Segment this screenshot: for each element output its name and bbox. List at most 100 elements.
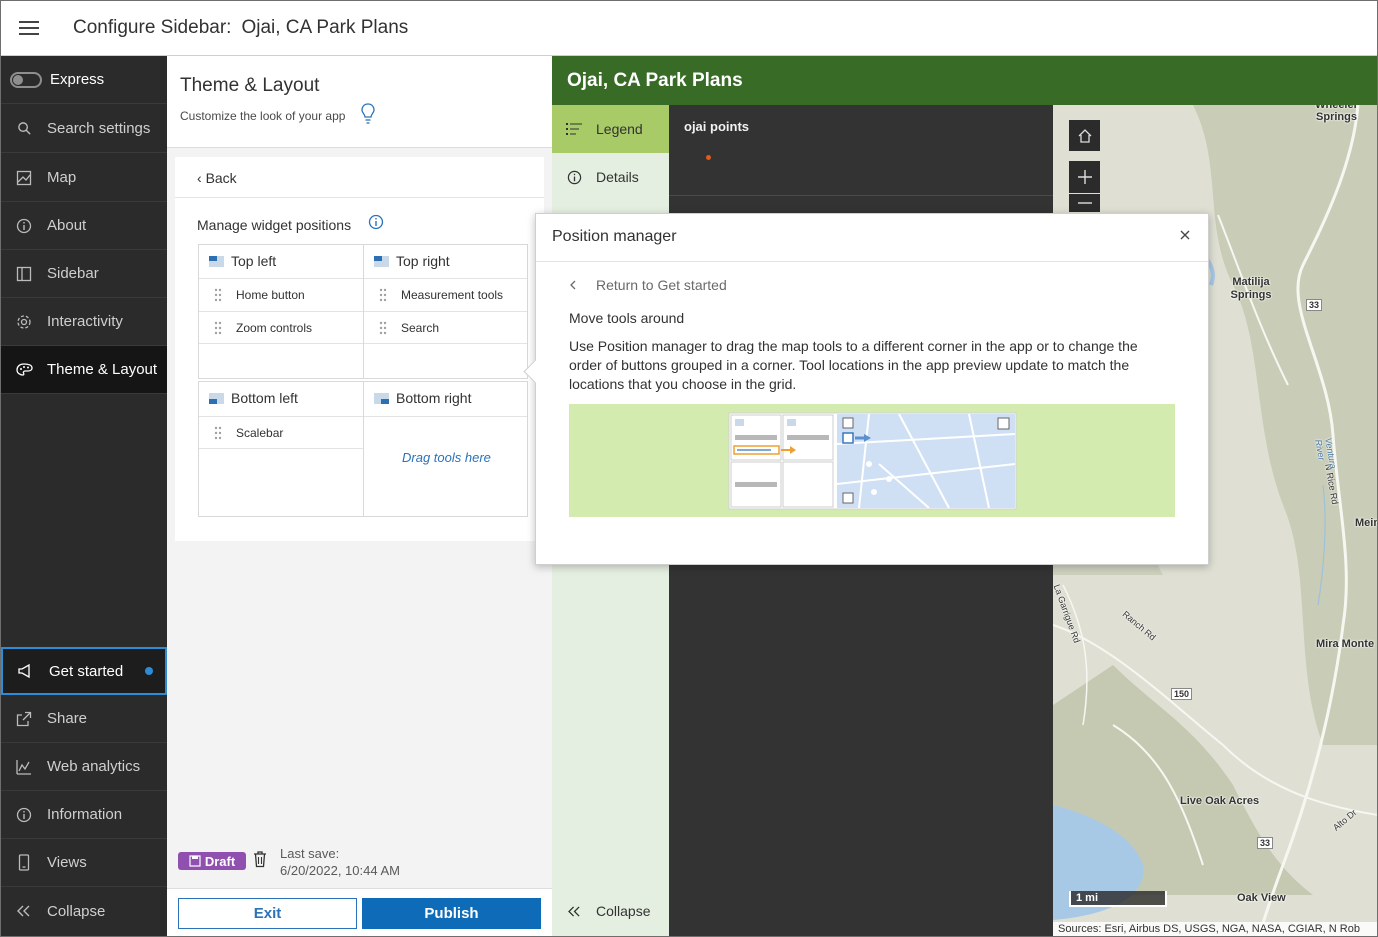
exit-button[interactable]: Exit: [178, 898, 357, 929]
nav-label: Search settings: [47, 120, 151, 137]
illustration-graphic: [728, 412, 1017, 510]
bottom-right-label: Bottom right: [396, 390, 472, 406]
panel-subtitle: Customize the look of your app: [180, 109, 346, 123]
place-label: Wheeler Springs: [1315, 105, 1358, 123]
bottom-right-header: Bottom right: [374, 390, 471, 406]
widget-row-home-button[interactable]: Home button: [199, 278, 363, 311]
menu-icon: [19, 21, 39, 35]
home-icon: [1078, 128, 1091, 143]
drag-handle-icon[interactable]: [364, 321, 401, 335]
position-bottom-left-icon: [209, 392, 224, 404]
nav-item-share[interactable]: Share: [1, 695, 167, 743]
nav-item-views[interactable]: Views: [1, 839, 167, 887]
divider: [536, 261, 1208, 262]
description-text: Use Position manager to drag the map too…: [569, 338, 1138, 392]
top-left-label: Top left: [231, 253, 277, 269]
nav-item-about[interactable]: About: [1, 202, 167, 250]
rail-label: Details: [596, 169, 639, 185]
analytics-icon: [1, 759, 47, 775]
back-label: Back: [205, 170, 237, 186]
save-icon: [189, 855, 201, 867]
drag-handle-icon[interactable]: [199, 426, 236, 440]
app-name: Ojai, CA Park Plans: [241, 17, 409, 38]
info-icon: [552, 170, 596, 185]
zoom-out-button[interactable]: [1069, 194, 1100, 212]
scalebar: 1 mi: [1069, 891, 1167, 907]
nav-label: Map: [47, 169, 77, 186]
drop-zone-placeholder: Drag tools here: [402, 450, 491, 465]
widget-row-measurement-tools[interactable]: Measurement tools: [364, 278, 527, 311]
info-icon: [1, 218, 47, 234]
top-bar: Configure Sidebar: Ojai, CA Park Plans: [1, 1, 1377, 56]
back-link[interactable]: ‹ Back: [197, 170, 237, 186]
publish-button[interactable]: Publish: [362, 898, 541, 929]
widget-row-search[interactable]: Search: [364, 311, 527, 344]
grid-bottom-left: Bottom left Scalebar: [198, 381, 364, 517]
palette-icon: [1, 362, 47, 378]
megaphone-icon: [3, 664, 49, 678]
position-top-right-icon: [374, 255, 389, 267]
widget-label: Home button: [236, 288, 305, 302]
divider: [364, 416, 527, 417]
nav-item-web-analytics[interactable]: Web analytics: [1, 743, 167, 791]
top-right-header: Top right: [374, 253, 450, 269]
device-icon: [1, 854, 47, 871]
hamburger-menu-button[interactable]: [1, 1, 57, 56]
position-top-left-icon: [209, 255, 224, 267]
return-to-get-started-link[interactable]: Return to Get started: [569, 277, 727, 293]
zoom-in-button[interactable]: [1069, 161, 1100, 193]
lightbulb-icon[interactable]: [360, 102, 376, 126]
app-window: Configure Sidebar: Ojai, CA Park Plans E…: [0, 0, 1378, 937]
section-heading: Move tools around: [569, 310, 685, 326]
trash-icon[interactable]: [253, 850, 267, 868]
rail-item-legend[interactable]: Legend: [552, 105, 669, 153]
position-manager-illustration: [569, 404, 1175, 517]
toggle-switch[interactable]: [10, 71, 42, 88]
top-right-label: Top right: [396, 253, 450, 269]
drag-handle-icon[interactable]: [364, 288, 401, 302]
rail-item-details[interactable]: Details: [552, 153, 669, 201]
route-shield: 33: [1306, 299, 1323, 311]
last-save-label: Last save:: [280, 846, 340, 861]
place-label: Matilija Springs: [1230, 276, 1272, 301]
close-icon[interactable]: [1180, 230, 1190, 240]
nav-item-map[interactable]: Map: [1, 154, 167, 202]
notification-dot: [145, 667, 153, 675]
nav-item-sidebar[interactable]: Sidebar: [1, 250, 167, 298]
bottom-left-header: Bottom left: [209, 390, 298, 406]
route-shield: 150: [1171, 688, 1193, 700]
divider: [175, 197, 544, 198]
rail-label: Collapse: [596, 903, 651, 919]
nav-item-get-started[interactable]: Get started: [1, 647, 167, 695]
nav-label: Views: [47, 854, 87, 871]
top-left-header: Top left: [209, 253, 276, 269]
grid-top-right: Top right Measurement tools Search: [363, 244, 528, 379]
nav-collapse-button[interactable]: Collapse: [1, 887, 167, 935]
page-title: Configure Sidebar:: [73, 17, 232, 38]
manage-widget-positions-label: Manage widget positions: [197, 217, 352, 233]
rail-label: Legend: [596, 121, 643, 137]
draft-label: Draft: [204, 853, 236, 869]
nav-label: Interactivity: [47, 313, 123, 330]
nav-item-theme-layout[interactable]: Theme & Layout: [1, 346, 167, 394]
drag-handle-icon[interactable]: [199, 288, 236, 302]
drag-handle-icon[interactable]: [199, 321, 236, 335]
chevrons-left-icon: [1, 905, 47, 917]
place-label: Oak View: [1237, 892, 1286, 904]
widget-row-zoom-controls[interactable]: Zoom controls: [199, 311, 363, 344]
info-icon[interactable]: [368, 214, 384, 230]
nav-item-interactivity[interactable]: Interactivity: [1, 298, 167, 346]
widget-label: Scalebar: [236, 425, 284, 440]
widget-row-scalebar[interactable]: Scalebar: [199, 416, 363, 449]
nav-item-information[interactable]: Information: [1, 791, 167, 839]
nav-item-search-settings[interactable]: Search settings: [1, 105, 167, 153]
gear-icon: [1, 314, 47, 330]
express-toggle[interactable]: Express: [1, 56, 167, 104]
config-panel: Theme & Layout Customize the look of you…: [167, 56, 552, 936]
nav-label: Theme & Layout: [47, 361, 158, 378]
rail-collapse-button[interactable]: Collapse: [552, 887, 669, 935]
grid-bottom-right[interactable]: Bottom right Drag tools here: [363, 381, 528, 517]
map-attribution[interactable]: Sources: Esri, Airbus DS, USGS, NGA, NAS…: [1053, 922, 1377, 936]
home-button[interactable]: [1069, 120, 1100, 151]
point-symbol: [706, 155, 711, 160]
